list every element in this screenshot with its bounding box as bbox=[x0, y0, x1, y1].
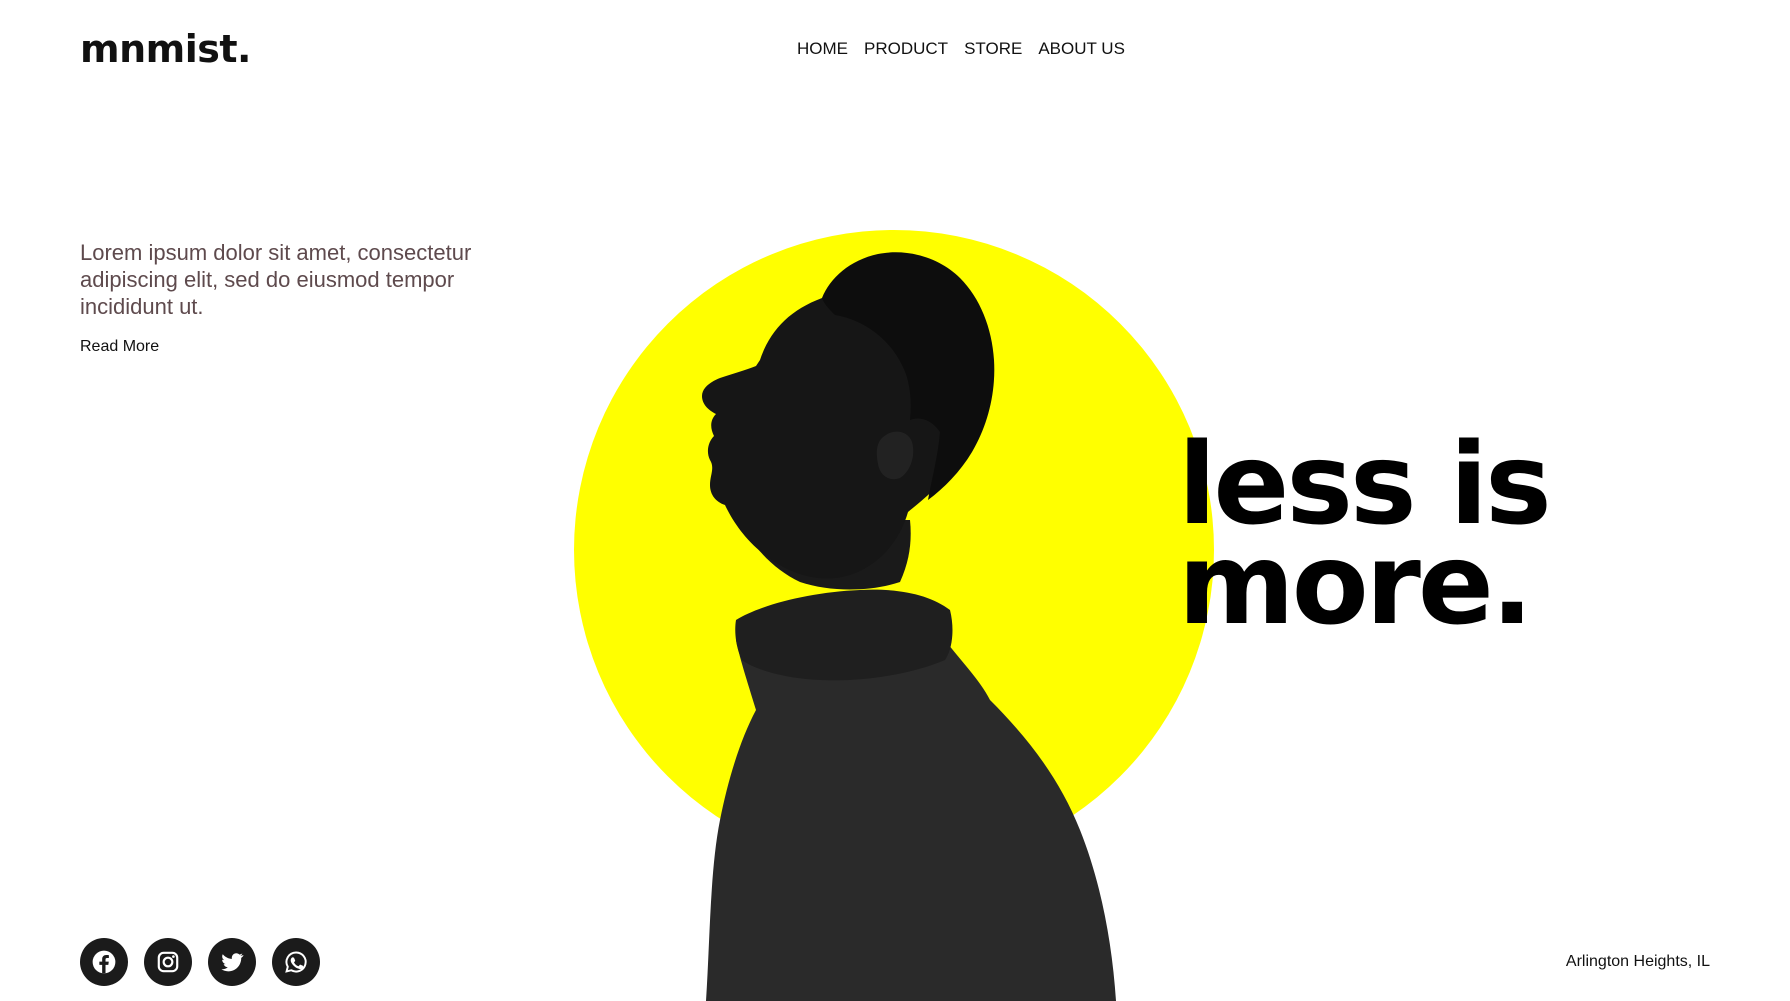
nav-item-product[interactable]: PRODUCT bbox=[864, 38, 948, 60]
nav-item-home[interactable]: HOME bbox=[797, 38, 848, 60]
hero-headline: less is more. bbox=[1178, 429, 1552, 650]
landing-page: mnmist. HOME PRODUCT STORE ABOUT US Lore… bbox=[0, 0, 1790, 1001]
main-nav: HOME PRODUCT STORE ABOUT US bbox=[797, 38, 1125, 60]
intro-text: Lorem ipsum dolor sit amet, consectetur … bbox=[80, 240, 472, 319]
nav-item-about-us[interactable]: ABOUT US bbox=[1038, 38, 1125, 60]
whatsapp-button[interactable] bbox=[272, 938, 320, 986]
headline-line-2: more. bbox=[1178, 520, 1533, 650]
instagram-button[interactable] bbox=[144, 938, 192, 986]
facebook-button[interactable] bbox=[80, 938, 128, 986]
social-links bbox=[80, 938, 320, 986]
instagram-icon bbox=[157, 951, 179, 973]
twitter-icon bbox=[221, 953, 244, 972]
facebook-icon bbox=[92, 950, 116, 974]
whatsapp-icon bbox=[285, 951, 307, 973]
brand-logo[interactable]: mnmist. bbox=[80, 24, 252, 74]
nav-item-store[interactable]: STORE bbox=[964, 38, 1022, 60]
hero-illustration bbox=[574, 230, 1214, 1001]
twitter-button[interactable] bbox=[208, 938, 256, 986]
read-more-link[interactable]: Read More bbox=[80, 337, 159, 357]
location-text: Arlington Heights, IL bbox=[1565, 953, 1710, 970]
